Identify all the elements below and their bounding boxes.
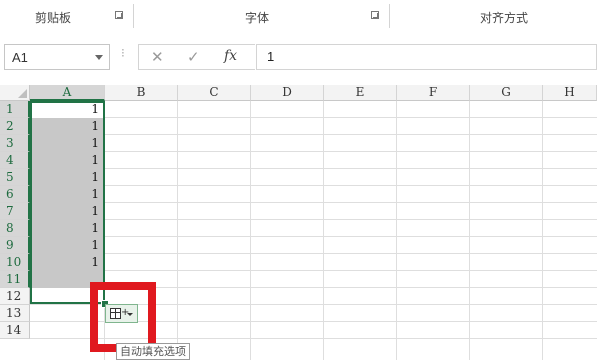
row-header[interactable]: 5 bbox=[0, 169, 30, 186]
row-header[interactable]: 9 bbox=[0, 237, 30, 254]
grid-line bbox=[30, 236, 597, 237]
select-all-corner[interactable] bbox=[0, 85, 30, 101]
row-header[interactable]: 2 bbox=[0, 118, 30, 135]
spreadsheet-grid: A B C D E F G H 1 2 3 4 5 6 7 8 9 10 11 … bbox=[0, 85, 597, 360]
grid-line bbox=[30, 134, 597, 135]
formula-input-value: 1 bbox=[267, 49, 275, 64]
row-header[interactable]: 11 bbox=[0, 271, 30, 288]
grid-line bbox=[30, 117, 597, 118]
row-header[interactable]: 14 bbox=[0, 322, 30, 339]
grid-line bbox=[30, 202, 597, 203]
font-group-label: 字体 bbox=[245, 11, 270, 25]
autofill-tooltip: 自动填充选项 bbox=[116, 343, 190, 360]
column-header-h[interactable]: H bbox=[543, 85, 597, 101]
chevron-down-icon[interactable] bbox=[95, 55, 103, 60]
name-box-value: A1 bbox=[12, 50, 28, 65]
row-header[interactable]: 6 bbox=[0, 186, 30, 203]
grid-line bbox=[30, 185, 597, 186]
row-header[interactable]: 10 bbox=[0, 254, 30, 271]
column-header-g[interactable]: G bbox=[470, 85, 543, 101]
ribbon-group-labels: 剪贴板 字体 对齐方式 bbox=[0, 0, 597, 34]
formula-input[interactable]: 1 bbox=[256, 44, 597, 70]
ribbon-separator bbox=[389, 4, 390, 28]
row-header[interactable]: 12 bbox=[0, 288, 30, 305]
row-header[interactable]: 4 bbox=[0, 152, 30, 169]
grid-line bbox=[30, 168, 597, 169]
row-header[interactable]: 13 bbox=[0, 305, 30, 322]
check-icon[interactable]: ✓ bbox=[187, 48, 200, 66]
formula-bar: A1 ⁝ ✕ ✓ fx 1 bbox=[0, 33, 597, 85]
clipboard-group-label: 剪贴板 bbox=[35, 11, 72, 25]
selection-border bbox=[30, 101, 105, 304]
clipboard-launcher-icon[interactable] bbox=[115, 11, 123, 19]
column-header-c[interactable]: C bbox=[178, 85, 251, 101]
highlight-annotation bbox=[90, 282, 156, 352]
column-header-d[interactable]: D bbox=[251, 85, 324, 101]
formula-icons: ✕ ✓ fx bbox=[138, 44, 255, 70]
grid-line bbox=[30, 151, 597, 152]
column-header-f[interactable]: F bbox=[397, 85, 470, 101]
column-header-a[interactable]: A bbox=[30, 85, 105, 101]
row-header[interactable]: 3 bbox=[0, 135, 30, 152]
ribbon-separator bbox=[133, 4, 134, 28]
grid-line bbox=[30, 270, 597, 271]
alignment-group-label: 对齐方式 bbox=[480, 11, 529, 25]
close-icon[interactable]: ✕ bbox=[151, 48, 164, 66]
function-icon[interactable]: fx bbox=[224, 48, 237, 64]
grid-line bbox=[30, 253, 597, 254]
column-header-e[interactable]: E bbox=[324, 85, 397, 101]
font-launcher-icon[interactable] bbox=[371, 11, 379, 19]
column-header-b[interactable]: B bbox=[105, 85, 178, 101]
splitter-dots-icon[interactable]: ⁝ bbox=[121, 46, 125, 60]
grid-line bbox=[30, 219, 597, 220]
row-header[interactable]: 7 bbox=[0, 203, 30, 220]
row-header[interactable]: 1 bbox=[0, 101, 30, 118]
row-header[interactable]: 8 bbox=[0, 220, 30, 237]
name-box[interactable]: A1 bbox=[4, 44, 110, 70]
